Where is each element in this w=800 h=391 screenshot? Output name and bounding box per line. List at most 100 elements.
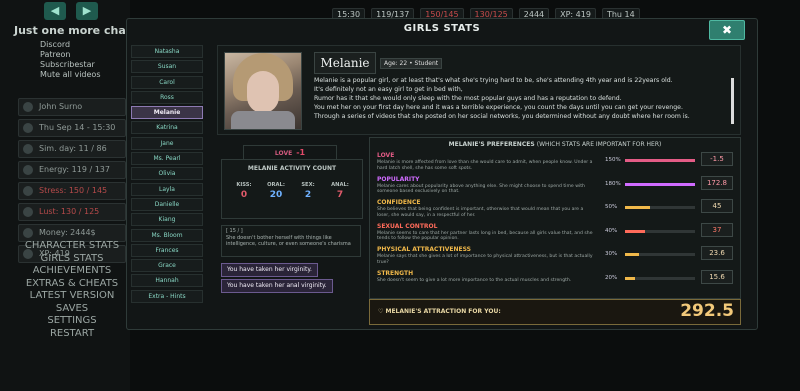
stat-date: Thu Sep 14 - 15:30 [18,119,126,137]
lust-icon [23,207,33,217]
menu-latest-version[interactable]: LATEST VERSION [18,290,126,303]
preference-row: STRENGTH She doesn't seem to give a lot m… [377,269,733,291]
preference-value: 45 [701,199,733,213]
girls-stats-modal: GIRLS STATS ✖ Natasha Susan Carol Ross M… [126,18,758,330]
preference-row: LOVE Melanie is more affected from love t… [377,152,733,173]
menu-character-stats[interactable]: CHARACTER STATS [18,240,126,253]
menu-extras-cheats[interactable]: EXTRAS & CHEATS [18,278,126,291]
preference-title: STRENGTH [377,269,414,277]
menu-settings[interactable]: SETTINGS [18,315,126,328]
preference-row: CONFIDENCE She believes that being confid… [377,199,733,220]
age-badge: Age: 22 • Student [380,58,443,69]
preference-value: 15.6 [701,269,733,284]
menu-girls-stats[interactable]: GIRLS STATS [18,253,126,266]
girl-item-kiang[interactable]: Kiang [131,213,203,227]
preference-weight: 20% [605,274,618,281]
girl-item-melanie[interactable]: Melanie [131,106,203,120]
preference-row: PHYSICAL ATTRACTIVENESS Melanie says that… [377,246,733,267]
girl-item-katrina[interactable]: Katrina [131,121,203,135]
preference-weight: 40% [605,227,618,234]
preference-row: POPULARITY Melanie cares about popularity… [377,175,733,197]
preference-desc: Melanie cares about popularity above any… [377,183,585,195]
preference-title: POPULARITY [377,175,420,183]
clock-icon [23,144,33,154]
stress-icon [23,186,33,196]
preference-desc: Melanie seems to care that her partner l… [377,230,593,242]
attraction-bar: ♡ MELANIE'S ATTRACTION FOR YOU: 292.5 [369,299,741,325]
virginity-badge: You have taken her virginity. [221,263,318,277]
girl-item-ross[interactable]: Ross [131,90,203,104]
preference-bar [625,182,695,186]
girl-item-hannah[interactable]: Hannah [131,274,203,288]
girl-item-frances[interactable]: Frances [131,243,203,257]
menu-restart[interactable]: RESTART [18,328,126,341]
forward-arrow-icon[interactable]: ▶ [76,2,98,20]
menu-saves[interactable]: SAVES [18,303,126,316]
close-icon: ✖ [721,23,733,37]
girl-item-ms-bloom[interactable]: Ms. Bloom [131,228,203,242]
preference-weight: 180% [605,180,621,187]
preference-value: 23.6 [701,246,733,260]
preference-bar-fill [625,159,695,162]
discord-link[interactable]: Discord [40,40,100,50]
girl-item-susan[interactable]: Susan [131,60,203,74]
attraction-label: ♡ MELANIE'S ATTRACTION FOR YOU: [378,308,501,315]
girl-item-grace[interactable]: Grace [131,259,203,273]
main-menu: CHARACTER STATS GIRLS STATS ACHIEVEMENTS… [18,240,126,340]
preferences-panel: MELANIE'S PREFERENCES (WHICH STATS ARE I… [369,137,741,299]
preference-title: SEXUAL CONTROL [377,222,438,230]
girl-item-ms-pearl[interactable]: Ms. Pearl [131,152,203,166]
back-arrow-icon[interactable]: ◀ [44,2,66,20]
patreon-link[interactable]: Patreon [40,50,100,60]
subscribestar-link[interactable]: Subscribestar [40,60,100,70]
stat-stress: Stress: 150 / 145 [18,182,126,200]
activity-count-panel: MELANIE ACTIVITY COUNT KISS: 0 ORAL: 20 SE… [221,159,363,219]
preference-weight: 30% [605,251,618,257]
activity-sex: SEX: 2 [301,182,315,200]
left-links: Discord Patreon Subscribestar Mute all v… [40,40,100,80]
activity-anal: ANAL: 7 [331,182,349,200]
preference-title: PHYSICAL ATTRACTIVENESS [377,246,472,253]
bio-line: It's definitely not an easy girl to get … [314,86,463,93]
profile-card: Melanie Age: 22 • Student Melanie is a p… [217,45,741,135]
hint-note: [ 15 / ] She doesn't bother herself with… [221,225,361,257]
anal-virginity-badge: You have taken her anal virginity. [221,279,333,293]
close-button[interactable]: ✖ [709,20,745,40]
activity-title: MELANIE ACTIVITY COUNT [247,165,337,172]
preference-bar-fill [625,229,645,233]
girl-item-extra-hints[interactable]: Extra - Hints [131,289,203,303]
girl-name: Melanie [314,52,376,74]
bio-line: Rumor has it that she would only sleep w… [314,95,622,102]
bio-text: Melanie is a popular girl, or at least t… [314,76,722,130]
girl-item-carol[interactable]: Carol [131,75,203,89]
preference-bar [625,159,695,162]
preference-title: CONFIDENCE [377,199,421,206]
girl-item-jane[interactable]: Jane [131,136,203,150]
girl-item-layla[interactable]: Layla [131,182,203,196]
bio-line: Through a series of videos that she post… [314,113,690,120]
preference-bar-fill [625,276,635,280]
girl-item-natasha[interactable]: Natasha [131,45,203,58]
activity-oral: ORAL: 20 [267,182,285,200]
user-icon [23,102,33,112]
preference-desc: Melanie says that she gives a lot of imp… [377,254,593,265]
preference-desc: She believes that being confident is imp… [377,207,584,218]
stat-name: John Surno [18,98,126,116]
preference-desc: Melanie is more affected from love than … [377,160,593,171]
mute-videos-link[interactable]: Mute all videos [40,70,100,80]
calendar-icon [23,123,33,133]
preference-value: 37 [701,222,733,237]
girl-item-olivia[interactable]: Olivia [131,167,203,181]
bio-line: You met her on your first day here and i… [314,104,683,111]
bio-scrollbar[interactable] [731,78,734,124]
preferences-title: MELANIE'S PREFERENCES (WHICH STATS ARE I… [448,141,662,148]
preference-bar [625,229,695,233]
portrait-photo [224,52,302,130]
girl-item-danielle[interactable]: Danielle [131,197,203,211]
money-icon [23,228,33,238]
activity-kiss: KISS: 0 [236,182,252,200]
menu-achievements[interactable]: ACHIEVEMENTS [18,265,126,278]
preference-weight: 150% [605,157,621,163]
preference-bar [625,276,695,280]
stat-sim-day: Sim. day: 11 / 86 [18,140,126,158]
